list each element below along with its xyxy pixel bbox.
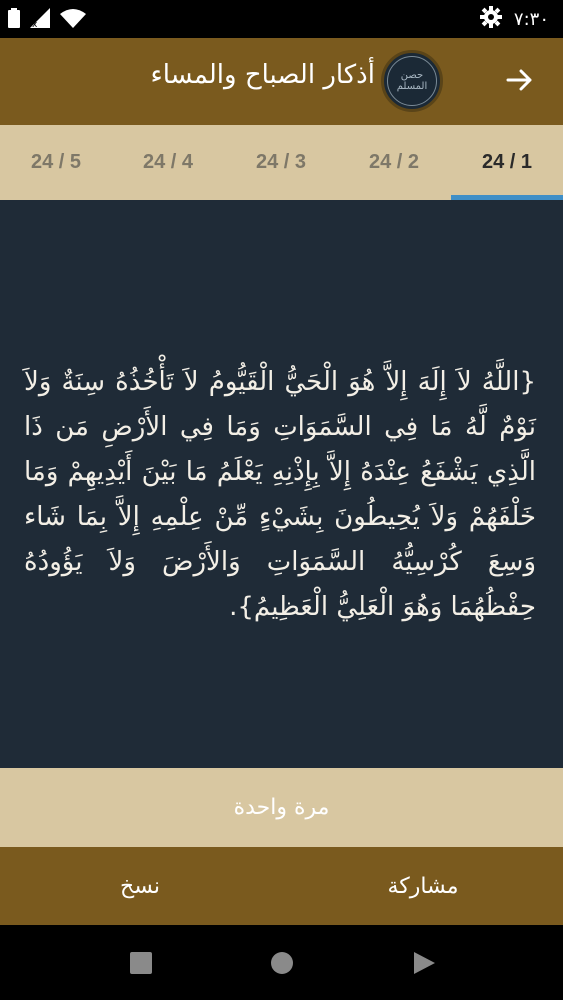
status-bar: x ٧:٣٠ — [0, 0, 563, 38]
home-circle-icon[interactable] — [269, 950, 295, 976]
dhikr-content: {اللَّهُ لاَ إِلَهَ إِلاَّ هُوَ الْحَيُّ… — [0, 200, 563, 768]
tab-2[interactable]: 24 / 2 — [338, 125, 450, 200]
tab-3[interactable]: 24 / 3 — [225, 125, 337, 200]
tab-5[interactable]: 24 / 5 — [0, 125, 112, 200]
bottom-action-bar: مشاركة نسخ — [0, 847, 563, 925]
back-triangle-icon[interactable] — [411, 950, 437, 976]
repeat-count-button[interactable]: مرة واحدة — [0, 768, 563, 847]
status-icons-left: x — [8, 8, 86, 32]
copy-label: نسخ — [120, 873, 160, 899]
recents-square-icon[interactable] — [128, 950, 154, 976]
copy-button[interactable]: نسخ — [40, 847, 240, 925]
svg-text:x: x — [32, 20, 38, 28]
tab-1[interactable]: 24 / 1 — [451, 125, 563, 200]
share-button[interactable]: مشاركة — [323, 847, 523, 925]
app-logo-text: حصن المسلم — [396, 70, 428, 92]
battery-icon — [8, 8, 20, 32]
settings-gear-icon — [479, 6, 502, 32]
app-logo-emblem: حصن المسلم — [387, 56, 437, 106]
status-icons-right: ٧:٣٠ — [479, 6, 549, 32]
status-time: ٧:٣٠ — [513, 8, 549, 30]
dhikr-text: {اللَّهُ لاَ إِلَهَ إِلاَّ هُوَ الْحَيُّ… — [24, 367, 536, 622]
share-label: مشاركة — [387, 873, 459, 899]
tab-bar: 24 / 5 24 / 4 24 / 3 24 / 2 24 / 1 — [0, 125, 563, 200]
system-nav-bar — [0, 925, 563, 1000]
tab-4[interactable]: 24 / 4 — [112, 125, 224, 200]
back-button[interactable] — [498, 60, 542, 104]
signal-off-icon: x — [30, 8, 50, 32]
repeat-count-label: مرة واحدة — [233, 795, 330, 820]
page-title: أذكار الصباح والمساء — [150, 60, 375, 90]
arrow-right-icon — [506, 66, 534, 98]
wifi-icon — [60, 8, 86, 32]
app-logo: حصن المسلم — [381, 50, 443, 112]
app-bar: حصن المسلم أذكار الصباح والمساء — [0, 38, 563, 125]
